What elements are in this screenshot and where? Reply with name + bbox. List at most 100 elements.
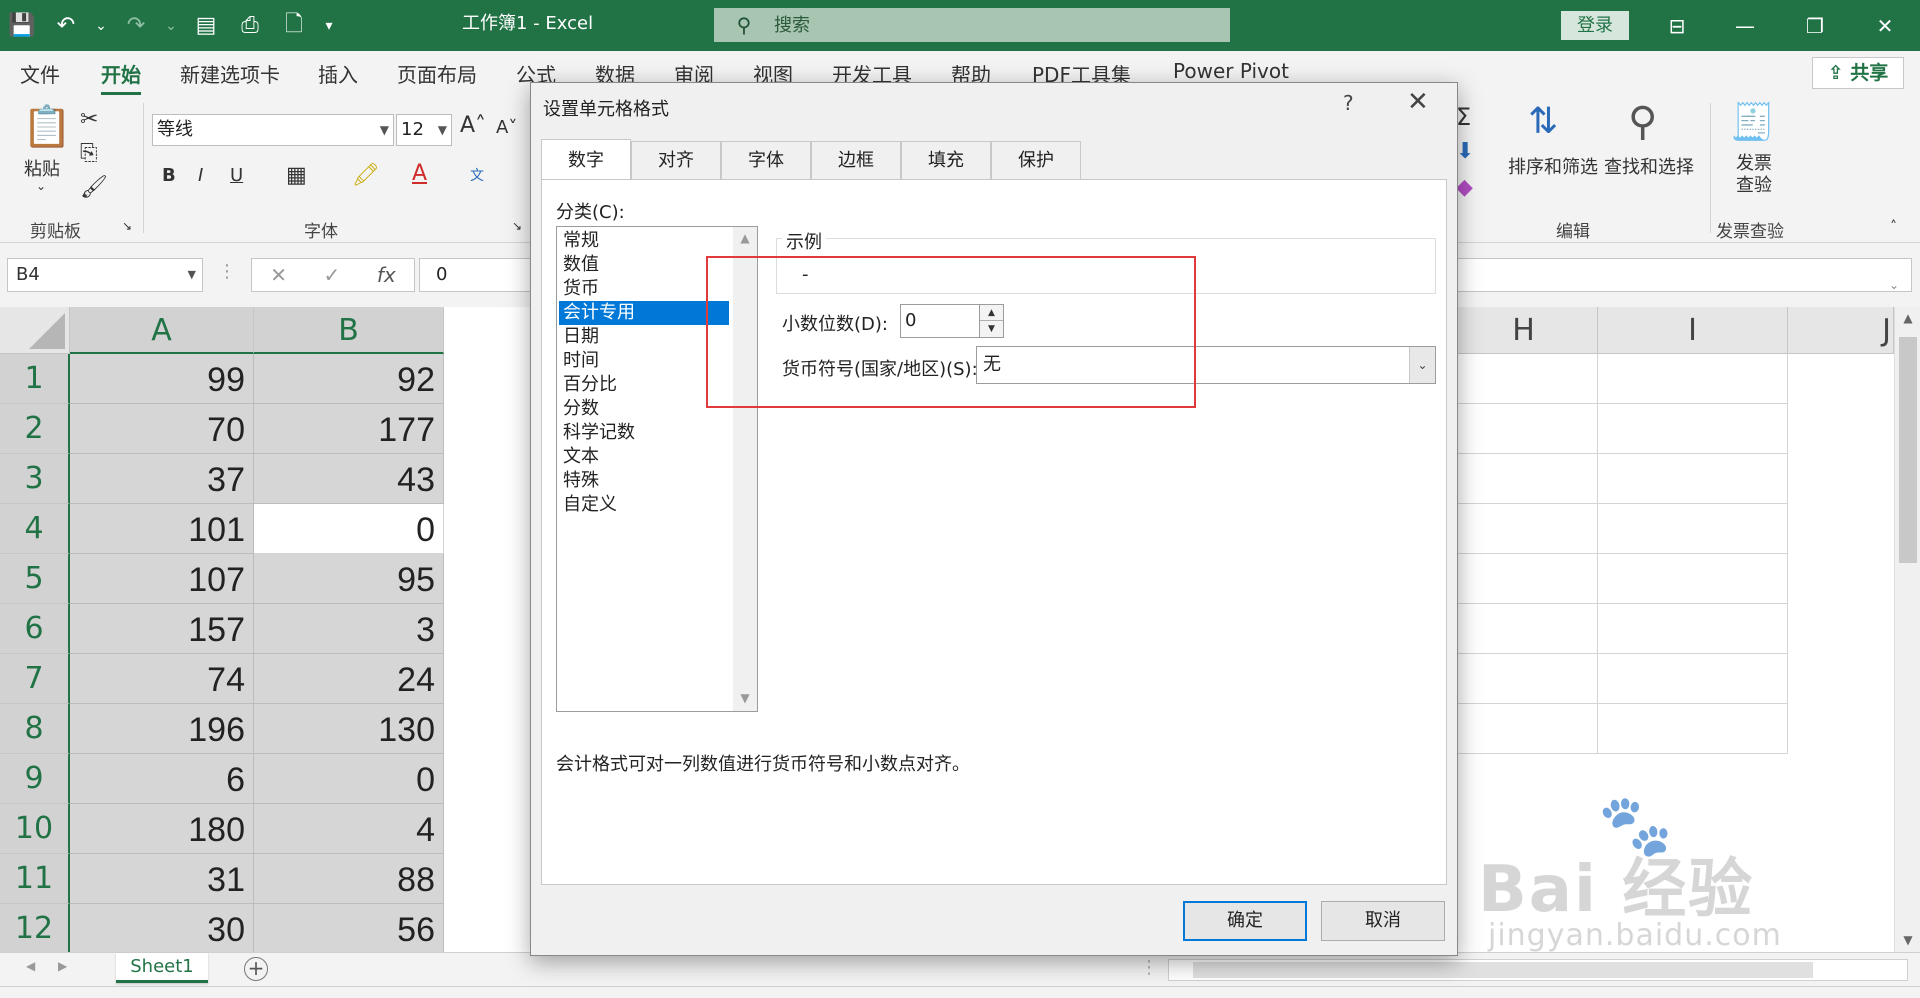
- paste-icon[interactable]: 📋: [22, 103, 72, 150]
- ribbon-display-options-icon[interactable]: ⊟: [1642, 0, 1712, 51]
- tab-splitter-icon[interactable]: ⋮: [1140, 957, 1158, 978]
- cell-empty[interactable]: [1598, 504, 1788, 554]
- cell-a2[interactable]: 70: [70, 404, 254, 454]
- clipboard-launcher-icon[interactable]: ↘: [122, 219, 132, 233]
- cell-a12[interactable]: 30: [70, 904, 254, 954]
- undo-dropdown-icon[interactable]: ⌄: [88, 0, 114, 51]
- tab-border[interactable]: 边框: [811, 141, 901, 179]
- bold-button[interactable]: B: [162, 165, 176, 186]
- tab-alignment[interactable]: 对齐: [631, 141, 721, 179]
- insert-function-icon[interactable]: fx: [377, 263, 396, 287]
- scrollbar-thumb[interactable]: [1899, 337, 1917, 563]
- cell-empty[interactable]: [1598, 554, 1788, 604]
- fill-color-icon[interactable]: 🖍: [352, 163, 380, 188]
- category-item[interactable]: 常规: [559, 229, 729, 253]
- cell-b9[interactable]: 0: [254, 754, 444, 804]
- restore-icon[interactable]: ❐: [1780, 0, 1850, 51]
- cell-empty[interactable]: [1598, 354, 1788, 404]
- enter-icon[interactable]: ✓: [324, 263, 341, 287]
- cell-a8[interactable]: 196: [70, 704, 254, 754]
- cell-empty[interactable]: [1450, 654, 1598, 704]
- row-header[interactable]: 10: [0, 804, 70, 854]
- sort-filter-icon[interactable]: ⇅: [1528, 101, 1558, 142]
- category-item[interactable]: 货币: [559, 277, 729, 301]
- category-item[interactable]: 科学记数: [559, 421, 729, 445]
- category-item[interactable]: 时间: [559, 349, 729, 373]
- row-header[interactable]: 1: [0, 354, 70, 404]
- cell-empty[interactable]: [1450, 704, 1598, 754]
- category-item[interactable]: 百分比: [559, 373, 729, 397]
- cell-b3[interactable]: 43: [254, 454, 444, 504]
- column-header-b[interactable]: B: [254, 307, 444, 354]
- font-name-select[interactable]: 等线 ▼: [152, 114, 394, 146]
- expand-formula-icon[interactable]: ⌄: [1889, 269, 1899, 301]
- tab-new-tab[interactable]: 新建选项卡: [180, 59, 280, 88]
- fill-icon[interactable]: ⬇: [1456, 139, 1474, 164]
- phonetic-icon[interactable]: 文: [470, 165, 484, 185]
- tab-home[interactable]: 开始: [101, 59, 141, 95]
- scroll-up-icon[interactable]: ▲: [1895, 311, 1920, 325]
- cell-empty[interactable]: [1450, 404, 1598, 454]
- cut-icon[interactable]: ✂: [80, 107, 98, 132]
- new-document-icon[interactable]: 🗋: [272, 0, 316, 51]
- prev-sheet-icon[interactable]: ◀: [26, 959, 35, 973]
- name-box[interactable]: B4 ▼: [7, 258, 203, 292]
- scroll-down-icon[interactable]: ▼: [733, 691, 757, 705]
- customize-toolbar-icon[interactable]: ▾: [316, 0, 342, 51]
- ok-button[interactable]: 确定: [1183, 901, 1307, 941]
- underline-button[interactable]: U: [230, 165, 243, 186]
- category-item[interactable]: 日期: [559, 325, 729, 349]
- column-header-a[interactable]: A: [70, 307, 254, 354]
- font-launcher-icon[interactable]: ↘: [512, 219, 522, 233]
- cell-empty[interactable]: [1598, 404, 1788, 454]
- next-sheet-icon[interactable]: ▶: [58, 959, 67, 973]
- clear-icon[interactable]: ◆: [1456, 175, 1473, 200]
- increase-font-icon[interactable]: A˄: [460, 113, 486, 138]
- cell-empty[interactable]: [1598, 654, 1788, 704]
- search-input[interactable]: [774, 14, 1174, 36]
- invoice-check-label[interactable]: 发票 查验: [1736, 153, 1772, 197]
- select-all-button[interactable]: [0, 307, 70, 354]
- cell-empty[interactable]: [1598, 704, 1788, 754]
- paste-label[interactable]: 粘贴: [24, 155, 60, 181]
- border-icon[interactable]: ▦: [286, 163, 307, 188]
- cell-empty[interactable]: [1450, 454, 1598, 504]
- tab-protection[interactable]: 保护: [991, 141, 1081, 179]
- column-header-h[interactable]: H: [1450, 307, 1598, 354]
- category-item[interactable]: 数值: [559, 253, 729, 277]
- cell-b12[interactable]: 56: [254, 904, 444, 954]
- cell-b6[interactable]: 3: [254, 604, 444, 654]
- column-header-i[interactable]: I: [1598, 307, 1788, 354]
- row-header[interactable]: 5: [0, 554, 70, 604]
- cell-empty[interactable]: [1450, 554, 1598, 604]
- cell-a10[interactable]: 180: [70, 804, 254, 854]
- category-item[interactable]: 特殊: [559, 469, 729, 493]
- cell-b8[interactable]: 130: [254, 704, 444, 754]
- find-select-icon[interactable]: ⚲: [1628, 99, 1657, 145]
- minimize-icon[interactable]: —: [1710, 0, 1780, 51]
- tab-fill[interactable]: 填充: [901, 141, 991, 179]
- cancel-button[interactable]: 取消: [1321, 901, 1445, 941]
- category-item[interactable]: 文本: [559, 445, 729, 469]
- print-preview-icon[interactable]: ⎙: [228, 0, 272, 51]
- tab-insert[interactable]: 插入: [318, 59, 358, 88]
- font-size-select[interactable]: 12 ▼: [396, 114, 452, 146]
- italic-button[interactable]: I: [198, 165, 203, 186]
- category-item-selected[interactable]: 会计专用: [559, 301, 729, 325]
- copy-icon[interactable]: ⎘: [80, 141, 98, 166]
- scroll-down-icon[interactable]: ▼: [1895, 933, 1920, 947]
- scrollbar-thumb[interactable]: [1193, 962, 1813, 978]
- collapse-ribbon-icon[interactable]: ˄: [1890, 219, 1897, 235]
- tab-number[interactable]: 数字: [541, 139, 631, 179]
- cell-b2[interactable]: 177: [254, 404, 444, 454]
- cell-empty[interactable]: [1450, 604, 1598, 654]
- share-button[interactable]: ⇪ 共享: [1812, 57, 1904, 89]
- form-icon[interactable]: ▤: [184, 0, 228, 51]
- find-select-label[interactable]: 查找和选择: [1604, 153, 1694, 179]
- font-color-icon[interactable]: A: [412, 161, 427, 186]
- undo-icon[interactable]: ↶: [44, 0, 88, 51]
- login-button[interactable]: 登录: [1561, 11, 1629, 40]
- close-icon[interactable]: ✕: [1407, 87, 1429, 117]
- row-header[interactable]: 7: [0, 654, 70, 704]
- cell-empty[interactable]: [1598, 454, 1788, 504]
